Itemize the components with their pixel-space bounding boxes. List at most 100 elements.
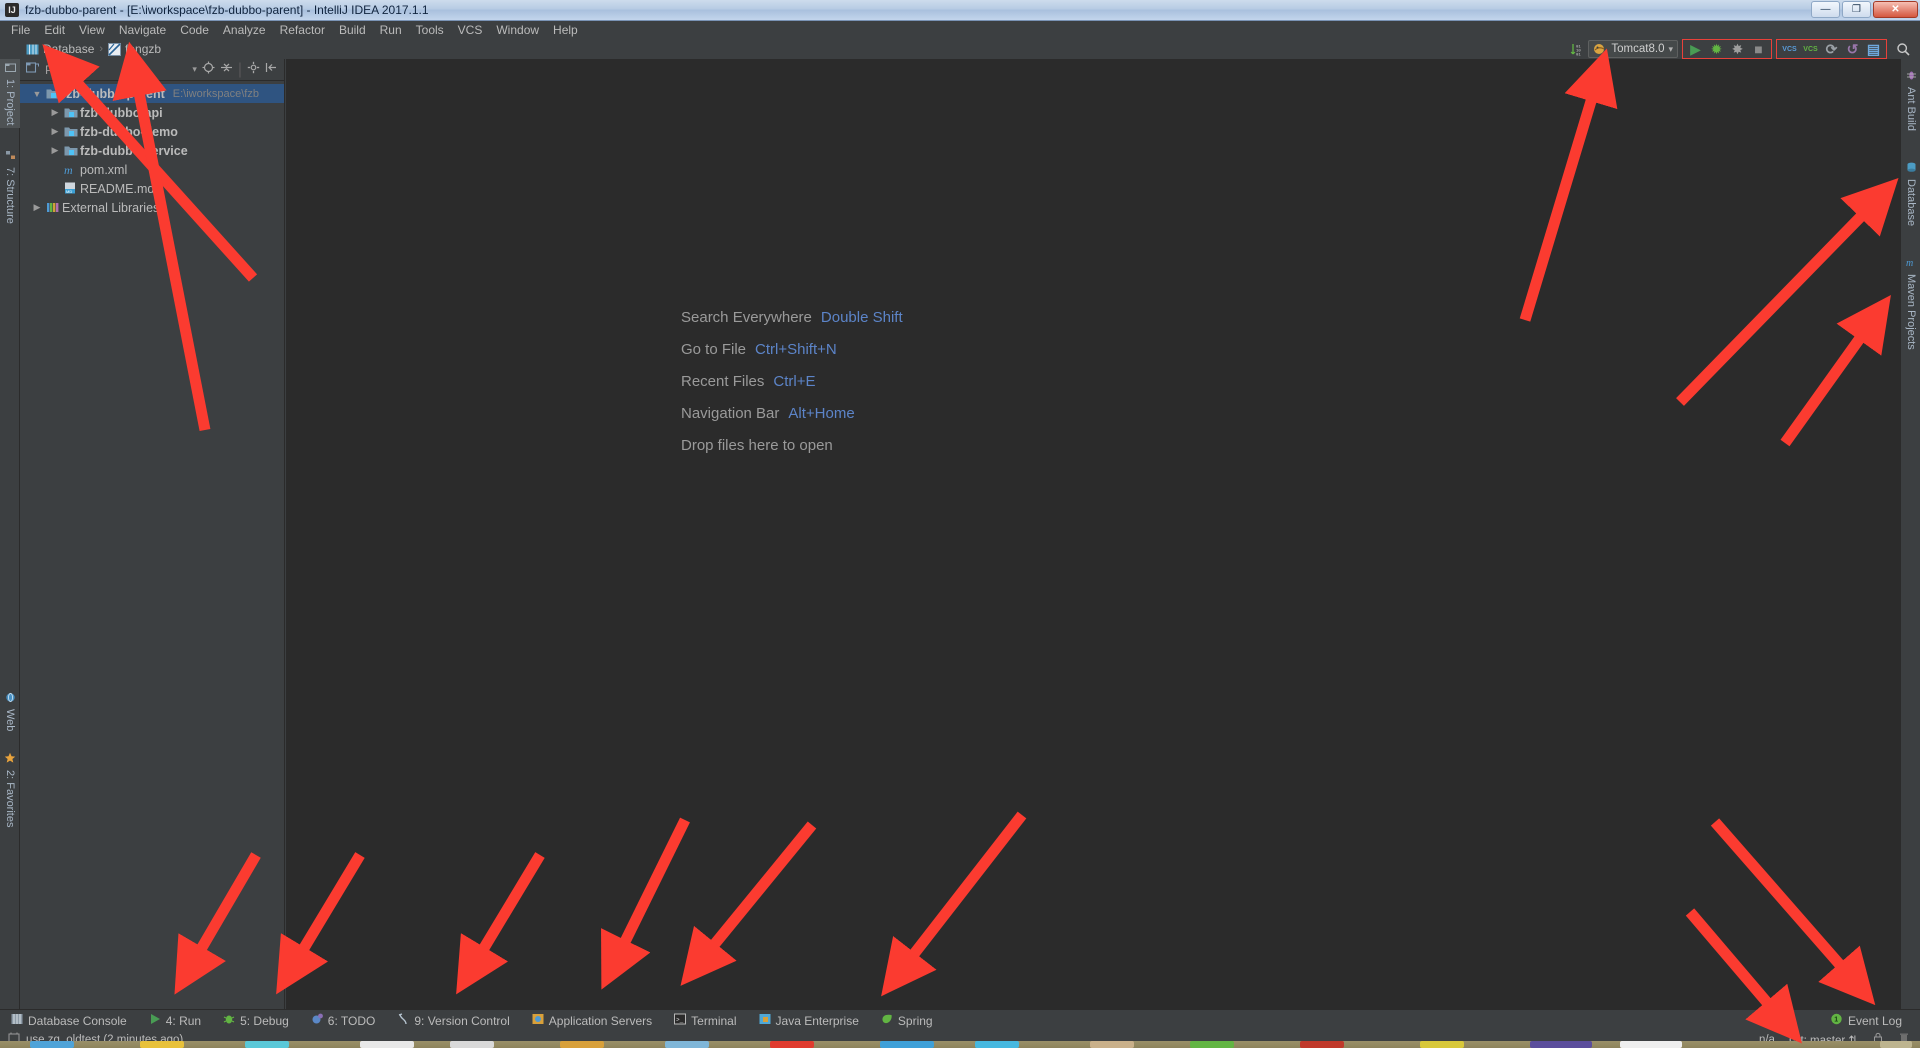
bottom-tab-terminal[interactable]: >_ Terminal xyxy=(663,1010,747,1032)
menu-item-refactor[interactable]: Refactor xyxy=(273,22,332,38)
taskbar-item[interactable] xyxy=(665,1041,709,1048)
run-coverage-button[interactable]: ✸ xyxy=(1727,40,1748,59)
sidebar-item-favorites[interactable]: 2: Favorites xyxy=(0,749,20,830)
vcs-update-button[interactable]: VCS xyxy=(1779,40,1800,59)
bottom-tab-6-todo[interactable]: 6: TODO xyxy=(300,1010,387,1032)
taskbar-item[interactable] xyxy=(1300,1041,1344,1048)
taskbar-item[interactable] xyxy=(1190,1041,1234,1048)
menu-item-navigate[interactable]: Navigate xyxy=(112,22,173,38)
sidebar-item-structure[interactable]: 7: Structure xyxy=(0,147,20,227)
bottom-tab-event-log[interactable]: 1 Event Log xyxy=(1819,1010,1920,1032)
chevron-right-icon[interactable]: ▶ xyxy=(48,107,62,118)
hide-panel-icon[interactable] xyxy=(265,61,278,79)
database-icon xyxy=(26,43,39,56)
collapse-all-icon[interactable] xyxy=(220,61,233,79)
menu-item-build[interactable]: Build xyxy=(332,22,373,38)
breadcrumb-item-database[interactable]: Database xyxy=(22,42,98,56)
taskbar-item[interactable] xyxy=(560,1041,604,1048)
editor-empty-area: Search Everywhere Double Shift Go to File C… xyxy=(286,59,1900,1009)
project-view-icon[interactable] xyxy=(25,61,39,79)
sort-numeric-icon[interactable]: 01 10 01 xyxy=(1567,40,1588,59)
sidebar-item-label: Web xyxy=(4,709,16,732)
menu-item-tools[interactable]: Tools xyxy=(409,22,451,38)
taskbar-item[interactable] xyxy=(450,1041,494,1048)
taskbar-item[interactable] xyxy=(140,1041,184,1048)
search-icon[interactable] xyxy=(1893,40,1914,59)
bottom-tab-spring[interactable]: Spring xyxy=(870,1010,944,1032)
bottom-tab-database-console[interactable]: Database Console xyxy=(0,1010,138,1032)
tree-node-fzb-dubbo-api[interactable]: ▶ fzb-dubbo-api xyxy=(20,103,284,122)
close-button[interactable]: ✕ xyxy=(1873,1,1918,18)
spring-icon xyxy=(881,1013,893,1028)
chevron-down-icon[interactable]: ▼ xyxy=(30,89,44,99)
tree-node-readme-md[interactable]: MD README.md xyxy=(20,179,284,198)
taskbar-item[interactable] xyxy=(360,1041,414,1048)
vcs-history-button[interactable]: ⟳ xyxy=(1821,40,1842,59)
tree-node-fzb-dubbo-parent[interactable]: ▼ fzb-dubbo-parent E:\iworkspace\fzb xyxy=(20,84,284,103)
settings-gear-icon[interactable] xyxy=(247,61,260,79)
run-configuration-selector[interactable]: Tomcat8.0 ▾ xyxy=(1588,40,1678,58)
chevron-down-icon[interactable]: ▾ xyxy=(192,64,197,75)
run-button[interactable]: ▶ xyxy=(1685,40,1706,59)
editor-hint-action: Drop files here to open xyxy=(681,437,833,454)
menu-item-vcs[interactable]: VCS xyxy=(451,22,490,38)
vcs-shelve-button[interactable]: ▤ xyxy=(1863,40,1884,59)
menu-item-analyze[interactable]: Analyze xyxy=(216,22,273,38)
module-icon xyxy=(44,87,62,100)
breadcrumb-item-fengzb[interactable]: fengzb xyxy=(104,42,165,56)
sidebar-item-project[interactable]: 1: Project xyxy=(0,59,20,129)
taskbar-item[interactable] xyxy=(975,1041,1019,1048)
bottom-tab-9-version-control[interactable]: 9: Version Control xyxy=(386,1010,520,1032)
taskbar-item[interactable] xyxy=(770,1041,814,1048)
ant-icon xyxy=(1906,70,1917,84)
bottom-tab-application-servers[interactable]: Application Servers xyxy=(521,1010,663,1032)
editor-hint: Drop files here to open xyxy=(681,437,903,469)
minimize-button[interactable]: — xyxy=(1811,1,1840,18)
bottom-tab-5-debug[interactable]: 5: Debug xyxy=(212,1010,300,1032)
vcs-rollback-button[interactable]: ↺ xyxy=(1842,40,1863,59)
chevron-down-icon[interactable]: ▾ xyxy=(1668,44,1673,55)
sidebar-item-ant-build[interactable]: Ant Build xyxy=(1901,67,1920,134)
menu-item-edit[interactable]: Edit xyxy=(37,22,72,38)
taskbar-item[interactable] xyxy=(880,1041,934,1048)
project-panel-title: Project xyxy=(45,62,83,77)
svg-text:MD: MD xyxy=(66,189,72,194)
chevron-right-icon[interactable]: ▶ xyxy=(48,145,62,156)
tree-node-label: External Libraries xyxy=(62,200,160,215)
menu-item-file[interactable]: File xyxy=(4,22,37,38)
vcs-commit-button[interactable]: VCS xyxy=(1800,40,1821,59)
tree-node-path: E:\iworkspace\fzb xyxy=(172,87,259,100)
sidebar-item-web[interactable]: Web xyxy=(0,689,20,734)
debug-button[interactable]: ✹ xyxy=(1706,40,1727,59)
taskbar-item[interactable] xyxy=(1090,1041,1134,1048)
taskbar-item[interactable] xyxy=(1530,1041,1592,1048)
module-icon xyxy=(62,106,80,119)
markdown-icon: MD xyxy=(62,182,80,195)
tree-node-pom-xml[interactable]: m pom.xml xyxy=(20,160,284,179)
tree-node-fzb-dubbo-demo[interactable]: ▶ fzb-dubbo-demo xyxy=(20,122,284,141)
editor-hint: Search Everywhere Double Shift xyxy=(681,309,903,341)
menu-item-run[interactable]: Run xyxy=(373,22,409,38)
taskbar-clock[interactable] xyxy=(1880,1041,1912,1048)
taskbar-item[interactable] xyxy=(30,1041,74,1048)
menu-item-help[interactable]: Help xyxy=(546,22,585,38)
sidebar-item-database[interactable]: Database xyxy=(1901,159,1920,229)
stop-button[interactable]: ■ xyxy=(1748,40,1769,59)
sidebar-item-maven-projects[interactable]: m Maven Projects xyxy=(1901,254,1920,353)
chevron-right-icon[interactable]: ▶ xyxy=(30,202,44,213)
taskbar-item[interactable] xyxy=(245,1041,289,1048)
star-icon xyxy=(4,752,16,767)
menu-item-window[interactable]: Window xyxy=(489,22,546,38)
bottom-tab-java-enterprise[interactable]: Java Enterprise xyxy=(748,1010,870,1032)
menu-item-view[interactable]: View xyxy=(72,22,112,38)
locate-icon[interactable] xyxy=(202,61,215,79)
taskbar-item[interactable] xyxy=(1420,1041,1464,1048)
taskbar-item[interactable] xyxy=(1620,1041,1682,1048)
bottom-tab-4-run[interactable]: 4: Run xyxy=(138,1010,212,1032)
tree-node-fzb-dubbo-service[interactable]: ▶ fzb-dubbo-service xyxy=(20,141,284,160)
chevron-right-icon[interactable]: ▶ xyxy=(48,126,62,137)
database-icon xyxy=(1906,162,1917,176)
tree-node-external-libraries[interactable]: ▶ External Libraries xyxy=(20,198,284,217)
maximize-button[interactable]: ❐ xyxy=(1842,1,1871,18)
menu-item-code[interactable]: Code xyxy=(173,22,216,38)
